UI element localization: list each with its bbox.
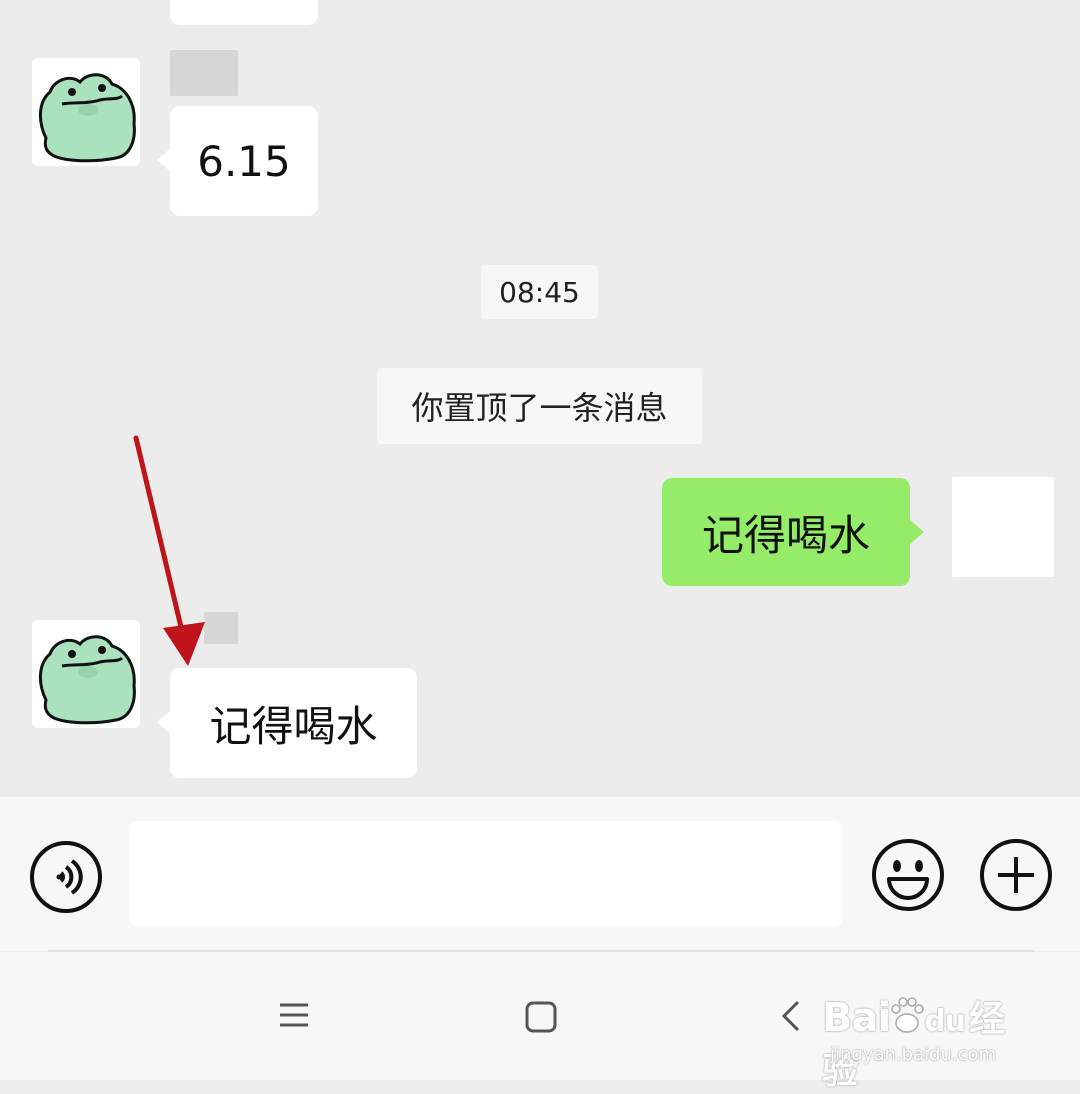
received-message-text: 记得喝水 [209, 701, 378, 751]
nav-home-icon [525, 1001, 557, 1033]
bubble-tail [910, 520, 924, 544]
voice-toggle-icon [30, 841, 102, 913]
message-input[interactable] [130, 821, 842, 927]
watermark-brand: Bai [822, 995, 891, 1041]
timestamp-chip: 08:45 [481, 265, 598, 319]
system-notice: 你置顶了一条消息 [377, 368, 702, 444]
watermark-brand-suffix: du [924, 1004, 966, 1039]
sent-message-text: 记得喝水 [701, 510, 870, 560]
received-message-bubble[interactable]: 6.15 [170, 106, 318, 216]
voice-toggle-button[interactable] [29, 840, 103, 914]
nav-back-button[interactable] [776, 998, 806, 1034]
watermark-url: jingyan.baidu.com [830, 1044, 997, 1065]
bubble-tail [157, 710, 171, 734]
emoji-icon [872, 839, 944, 911]
self-avatar[interactable] [952, 477, 1054, 577]
system-nav-bar: Bai du 经验 jingyan.baidu.com [0, 952, 1080, 1092]
plus-icon [980, 839, 1052, 911]
frog-avatar-icon [39, 73, 136, 163]
baidu-jingyan-watermark: Bai du 经验 jingyan.baidu.com [822, 962, 1022, 1092]
paw-icon [891, 997, 924, 1033]
contact-avatar[interactable] [32, 620, 140, 728]
contact-name-redacted [170, 50, 238, 96]
partial-message-bubble[interactable] [170, 0, 318, 25]
sent-message-bubble[interactable]: 记得喝水 [662, 478, 910, 586]
contact-avatar[interactable] [32, 58, 140, 166]
received-message-bubble[interactable]: 记得喝水 [170, 668, 417, 778]
timestamp-text: 08:45 [499, 275, 580, 309]
input-bar [0, 797, 1080, 951]
system-notice-text: 你置顶了一条消息 [411, 389, 668, 427]
nav-menu-button[interactable] [276, 998, 312, 1034]
nav-menu-icon [280, 1003, 308, 1027]
emoji-button[interactable] [870, 837, 946, 913]
received-message-text: 6.15 [197, 136, 291, 186]
chat-area[interactable]: 6.15 08:45 你置顶了一条消息 记得喝水 记得喝水 [0, 0, 1080, 797]
more-button[interactable] [978, 837, 1054, 913]
bubble-tail [157, 148, 171, 172]
contact-name-redacted [204, 612, 238, 644]
nav-home-button[interactable] [524, 1000, 558, 1034]
nav-back-icon [781, 1000, 800, 1032]
frog-avatar-icon [39, 635, 136, 725]
